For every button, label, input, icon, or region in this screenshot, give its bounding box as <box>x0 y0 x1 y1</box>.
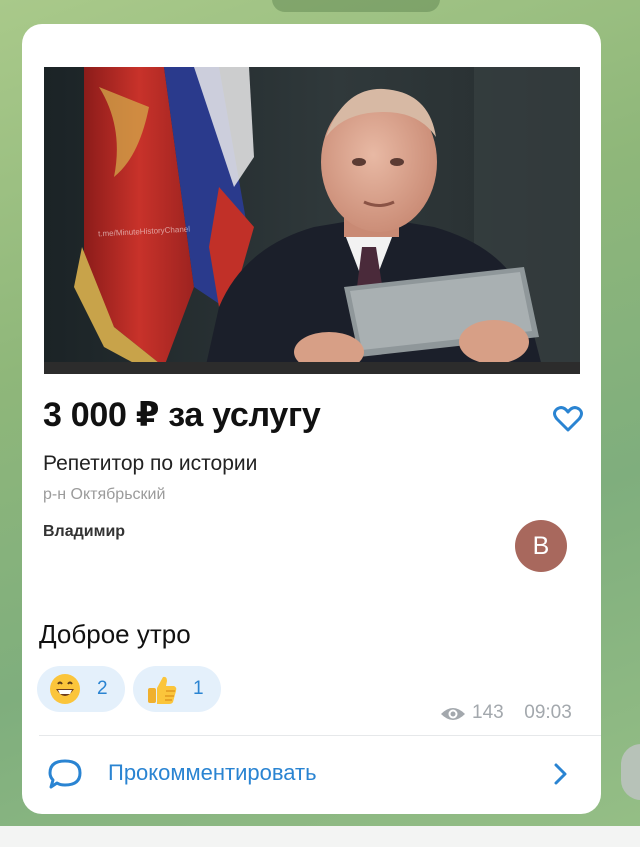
reaction-count: 2 <box>97 678 108 699</box>
date-pill <box>272 0 440 12</box>
message-card: t.me/MinuteHistoryChanel 3 000 ₽ за услу… <box>22 24 601 814</box>
reaction-count: 1 <box>193 678 204 699</box>
avatar[interactable]: В <box>515 520 567 572</box>
listing-author: Владимир <box>43 523 126 540</box>
favorite-heart-icon[interactable] <box>553 404 583 434</box>
listing-photo[interactable]: t.me/MinuteHistoryChanel <box>44 67 580 374</box>
input-area-edge <box>0 826 640 847</box>
thumbs-up-icon <box>145 673 179 712</box>
message-meta: 143 09:03 <box>440 702 572 728</box>
reaction-grinning[interactable]: 2 <box>37 666 125 712</box>
comment-label: Прокомментировать <box>108 760 317 785</box>
chevron-right-icon <box>553 762 569 791</box>
listing-title: Репетитор по истории <box>43 452 258 475</box>
comment-bubble-icon <box>47 758 83 795</box>
listing-price: 3 000 ₽ за услугу <box>43 396 321 434</box>
eye-icon <box>440 706 466 728</box>
grinning-face-icon <box>49 673 81 710</box>
listing-photo-image <box>44 67 580 374</box>
reaction-thumbs-up[interactable]: 1 <box>133 666 221 712</box>
scroll-down-button[interactable] <box>621 744 640 800</box>
message-text: Доброе утро <box>39 619 191 649</box>
comment-button[interactable]: Прокомментировать <box>22 736 601 814</box>
message-time: 09:03 <box>524 702 572 723</box>
listing-district: р-н Октябрьский <box>43 486 166 503</box>
view-count: 143 <box>472 702 504 723</box>
